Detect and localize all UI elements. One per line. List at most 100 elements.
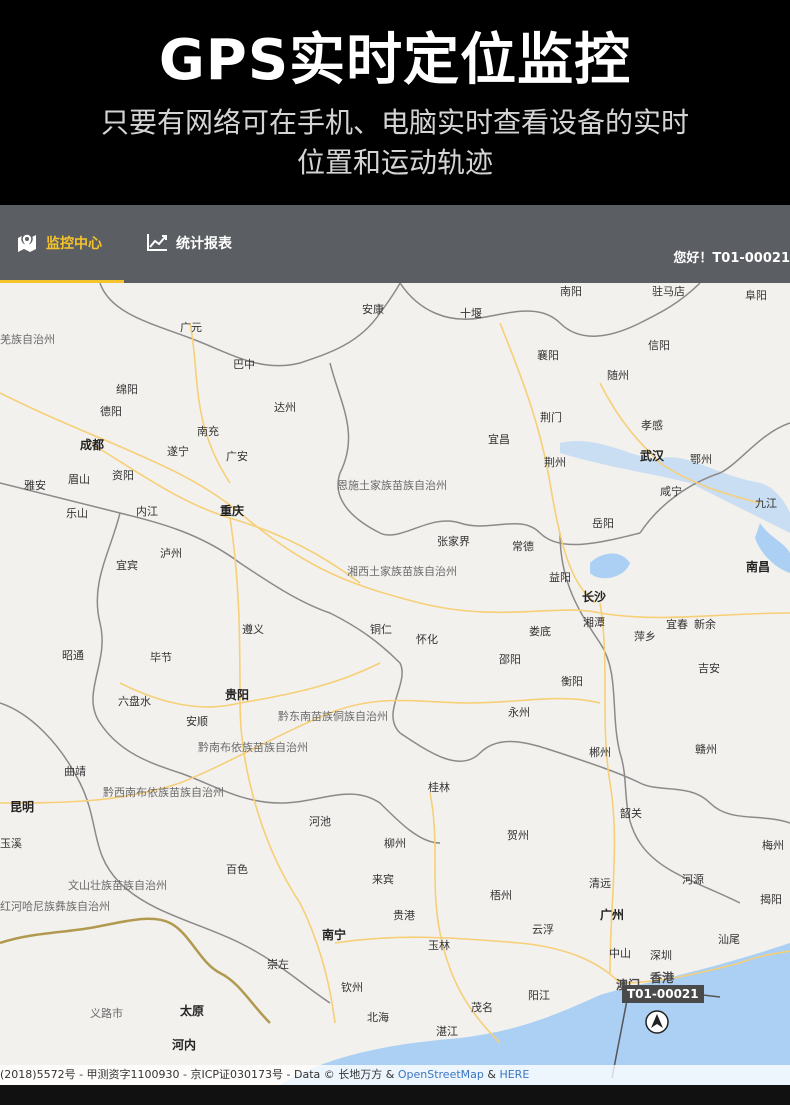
city-label: 六盘水 [118,695,151,708]
city-label: 乐山 [66,507,88,520]
vehicle-label[interactable]: T01-00021 [622,985,704,1003]
city-label: 茂名 [471,1001,493,1014]
city-label: 襄阳 [537,349,559,362]
city-label: 达州 [274,401,296,414]
city-label: 铜仁 [370,623,392,636]
city-label: 湘西土家族苗族自治州 [347,565,457,578]
city-label: 咸宁 [660,485,682,498]
app-window: 监控中心 统计报表 您好！T01-00021 南阳 驻马店 阜阳 安康 十堰 广… [0,205,790,1085]
city-label: 成都 [80,438,105,452]
map-attribution: (2018)5572号 - 甲测资字1100930 - 京ICP证030173号… [0,1065,790,1085]
city-label: 信阳 [648,339,670,352]
city-label: 湘潭 [583,616,605,629]
city-label: 钦州 [341,981,363,994]
city-label: 云浮 [532,923,554,936]
city-label: 玉林 [428,939,450,952]
city-label: 绵阳 [116,383,138,396]
city-label: 郴州 [589,746,611,759]
city-label: 随州 [607,369,629,382]
city-label: 广安 [226,450,248,463]
city-label: 清远 [589,877,611,890]
city-label: 常德 [512,540,534,553]
nav-monitor-center[interactable]: 监控中心 [0,233,124,283]
city-label: 益阳 [549,571,571,584]
nav-monitor-label: 监控中心 [46,236,102,252]
navigation-arrow-icon[interactable] [645,1010,669,1034]
city-label: 吉安 [698,662,720,675]
city-label: 崇左 [267,958,289,971]
city-label: 昆明 [10,800,35,814]
city-label: 荆门 [540,411,562,424]
city-label: 眉山 [68,473,90,486]
city-label: 驻马店 [652,285,685,298]
city-label: 黔南布依族苗族自治州 [198,741,308,754]
city-label: 赣州 [695,743,717,756]
city-label: 长沙 [582,590,607,604]
city-label: 遂宁 [167,445,189,458]
city-label: 广州 [600,908,625,922]
city-label: 雅安 [24,479,46,492]
city-label: 宜春 [666,618,688,631]
city-label: 巴中 [233,358,255,371]
city-label: 邵阳 [499,653,521,666]
city-label: 安顺 [186,715,208,728]
city-label: 贵阳 [225,688,250,702]
city-label: 湛江 [436,1025,458,1038]
city-label: 桂林 [428,781,450,794]
city-label: 阳江 [528,989,550,1002]
top-navbar: 监控中心 统计报表 您好！T01-00021 [0,205,790,283]
city-label: 南充 [197,425,219,438]
city-label: 昭通 [62,649,84,662]
city-label: 曲靖 [64,765,86,778]
city-label: 香港 [650,971,675,985]
city-label: 衡阳 [561,675,583,688]
city-label: 广元 [180,321,202,334]
city-label: 深圳 [650,949,672,962]
city-label: 鄂州 [690,453,712,466]
city-label: 阜阳 [745,289,767,302]
city-label: 柳州 [384,837,406,850]
city-label: 怀化 [416,633,438,646]
headline: GPS实时定位监控 [158,28,632,93]
city-label: 义路市 [90,1007,123,1020]
city-label: 南昌 [746,560,771,574]
city-label: 韶关 [620,807,642,820]
city-label: 揭阳 [760,893,782,906]
bottom-strip [0,1085,790,1105]
here-link[interactable]: HERE [499,1068,529,1081]
city-label: 汕尾 [718,933,740,946]
city-label: 重庆 [220,504,245,518]
promo-banner: GPS实时定位监控 只要有网络可在手机、电脑实时查看设备的实时 位置和运动轨迹 [0,0,790,205]
city-label: 玉溪 [0,837,22,850]
city-label: 河池 [309,815,331,828]
user-greeting: 您好！T01-00021 [673,251,790,266]
city-label: 内江 [136,505,158,518]
city-label: 永州 [508,706,530,719]
city-label: 遵义 [242,623,264,636]
city-label: 资阳 [112,469,134,482]
city-label: 安康 [362,303,384,316]
city-label: 来宾 [372,873,394,886]
nav-statistics-report[interactable]: 统计报表 [146,233,232,283]
osm-link[interactable]: OpenStreetMap [398,1068,484,1081]
city-label: 北海 [367,1011,389,1024]
map-view[interactable]: 南阳 驻马店 阜阳 安康 十堰 广元 羌族自治州 信阳 巴中 襄阳 绵阳 随州 … [0,283,790,1085]
city-label: 羌族自治州 [0,333,55,346]
city-label: 百色 [226,863,248,876]
city-label: 梅州 [762,839,784,852]
city-label: 新余 [694,618,716,631]
city-label: 黔西南布依族苗族自治州 [103,786,224,799]
city-label: 泸州 [160,547,182,560]
city-label: 毕节 [150,651,172,664]
city-label: 文山壮族苗族自治州 [68,879,167,892]
city-label: 娄底 [529,625,551,638]
attribution-amp: & [487,1068,496,1081]
city-label: 中山 [609,947,631,960]
nav-statistics-label: 统计报表 [176,236,232,252]
city-label: 贵港 [393,909,415,922]
city-label: 南阳 [560,285,582,298]
city-label: 荆州 [544,456,566,469]
city-label: 贺州 [507,829,529,842]
city-label: 孝感 [641,419,663,432]
subtitle-line-2: 位置和运动轨迹 [296,146,493,179]
